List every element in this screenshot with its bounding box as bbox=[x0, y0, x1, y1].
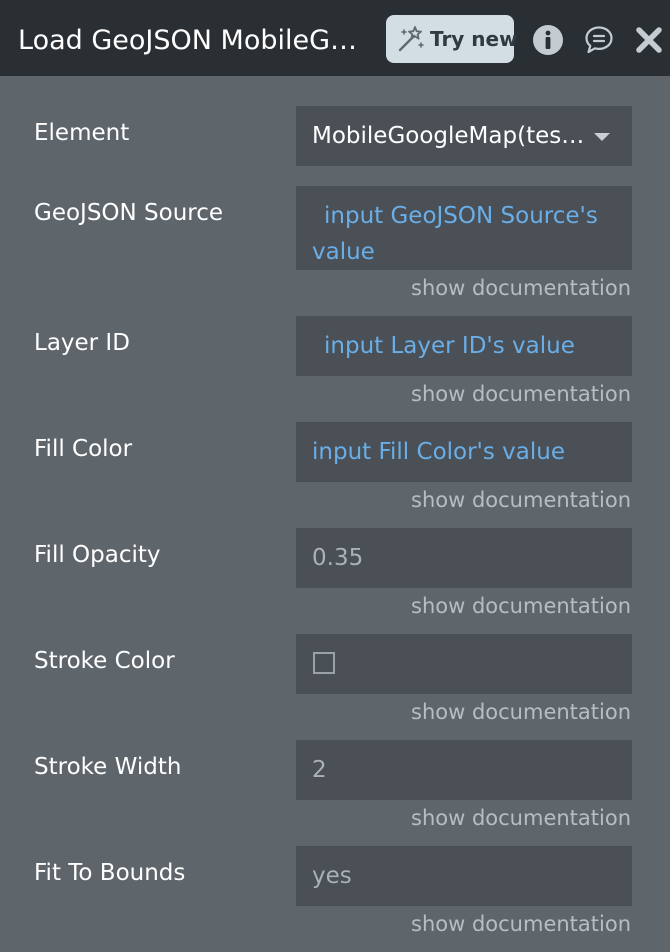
fill-color-label: Fill Color bbox=[34, 436, 133, 462]
fill-opacity-input[interactable]: 0.35 bbox=[296, 528, 632, 588]
geojson-source-value-line1: input GeoJSON Source's bbox=[324, 203, 598, 229]
fill-opacity-label: Fill Opacity bbox=[34, 542, 161, 568]
close-icon[interactable] bbox=[634, 25, 664, 55]
stroke-width-label: Stroke Width bbox=[34, 754, 182, 780]
comment-icon[interactable] bbox=[583, 24, 615, 56]
panel-title: Load GeoJSON MobileGoogleMap bbox=[18, 25, 368, 56]
geojson-source-input[interactable]: input GeoJSON Source's value bbox=[296, 186, 632, 270]
stroke-color-field bbox=[296, 634, 632, 694]
try-new-button[interactable]: Try new bbox=[386, 15, 518, 63]
magic-wand-icon bbox=[396, 24, 426, 54]
element-dropdown[interactable]: MobileGoogleMap(testing) bbox=[296, 106, 632, 166]
show-documentation-link[interactable]: show documentation bbox=[411, 488, 631, 512]
layer-id-value: input Layer ID's value bbox=[324, 333, 575, 359]
show-documentation-link[interactable]: show documentation bbox=[411, 382, 631, 406]
show-documentation-link[interactable]: show documentation bbox=[411, 912, 631, 936]
stroke-color-label: Stroke Color bbox=[34, 648, 175, 674]
fill-color-input[interactable]: input Fill Color's value bbox=[296, 422, 632, 482]
stroke-width-value: 2 bbox=[312, 757, 327, 783]
chevron-down-icon bbox=[594, 133, 610, 141]
fill-color-value: input Fill Color's value bbox=[312, 439, 565, 465]
fit-to-bounds-label: Fit To Bounds bbox=[34, 860, 186, 886]
fill-opacity-value: 0.35 bbox=[312, 545, 364, 571]
stroke-width-input[interactable]: 2 bbox=[296, 740, 632, 800]
show-documentation-link[interactable]: show documentation bbox=[411, 594, 631, 618]
geojson-source-label: GeoJSON Source bbox=[34, 200, 224, 226]
layer-id-input[interactable]: input Layer ID's value bbox=[296, 316, 632, 376]
panel-header: Load GeoJSON MobileGoogleMap Try new bbox=[0, 0, 670, 76]
geojson-source-value-line2: value bbox=[312, 239, 375, 265]
fit-to-bounds-value: yes bbox=[312, 863, 352, 889]
show-documentation-link[interactable]: show documentation bbox=[411, 276, 631, 300]
show-documentation-link[interactable]: show documentation bbox=[411, 700, 631, 724]
fit-to-bounds-input[interactable]: yes bbox=[296, 846, 632, 906]
element-dropdown-value: MobileGoogleMap(testing) bbox=[312, 123, 590, 149]
stroke-color-checkbox[interactable] bbox=[313, 652, 335, 674]
layer-id-label: Layer ID bbox=[34, 330, 130, 356]
info-icon[interactable] bbox=[532, 24, 564, 56]
show-documentation-link[interactable]: show documentation bbox=[411, 806, 631, 830]
try-new-label: Try new bbox=[430, 27, 518, 51]
element-label: Element bbox=[34, 120, 130, 146]
